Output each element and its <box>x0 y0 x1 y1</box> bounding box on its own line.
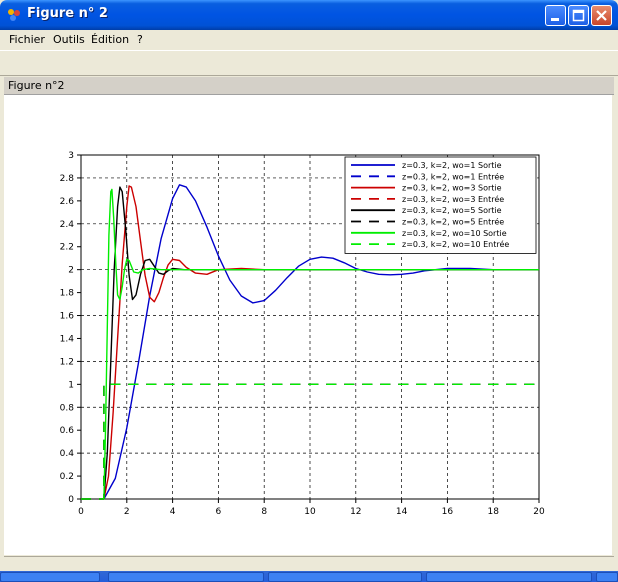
legend-entry: z=0.3, k=2, wo=3 Sortie <box>402 184 502 193</box>
legend-entry: z=0.3, k=2, wo=10 Sortie <box>402 229 507 238</box>
legend-entry: z=0.3, k=2, wo=3 Entrée <box>402 194 504 204</box>
x-tick-label: 12 <box>350 507 361 517</box>
figure-canvas[interactable]: 0 2 4 6 8 10 12 14 16 18 20 0 0.2 0.4 0.6 0.8 1 1.2 1.4 1.6… <box>4 95 612 555</box>
menu-edition[interactable]: Édition <box>91 33 129 46</box>
x-tick-label: 16 <box>442 507 454 517</box>
y-tick-label: 2 <box>68 266 74 276</box>
taskbar-item[interactable] <box>268 572 422 582</box>
y-tick-label: 2.8 <box>60 174 75 184</box>
menu-fichier[interactable]: Fichier <box>9 33 45 46</box>
window-title: Figure n° 2 <box>27 6 108 21</box>
y-tick-label: 1.2 <box>60 357 74 367</box>
taskbar-item[interactable] <box>0 572 100 582</box>
minimize-icon <box>551 18 559 21</box>
y-tick-label: 3 <box>68 151 74 161</box>
minimize-button[interactable] <box>545 5 566 26</box>
close-button[interactable] <box>591 5 612 26</box>
legend-entry: z=0.3, k=2, wo=5 Sortie <box>402 206 502 215</box>
scilab-app-icon <box>8 9 20 21</box>
y-tick-label: 1.4 <box>60 334 75 344</box>
y-tick-label: 0.2 <box>60 472 74 482</box>
legend-entry: z=0.3, k=2, wo=5 Entrée <box>402 217 504 227</box>
x-tick-label: 18 <box>487 507 499 517</box>
menu-outils[interactable]: Outils <box>53 33 85 46</box>
x-tick-label: 2 <box>124 507 130 517</box>
taskbar <box>0 571 618 582</box>
y-tick-label: 2.2 <box>60 243 74 253</box>
maximize-icon <box>572 9 585 22</box>
chart[interactable]: 0 2 4 6 8 10 12 14 16 18 20 0 0.2 0.4 0.6 0.8 1 1.2 1.4 1.6… <box>4 95 612 555</box>
x-tick-label: 4 <box>170 507 176 517</box>
menu-bar: Fichier Outils Édition ? <box>0 30 618 50</box>
y-tick-label: 1.8 <box>60 289 75 299</box>
x-tick-label: 0 <box>78 507 84 517</box>
x-tick-label: 20 <box>533 507 545 517</box>
maximize-button[interactable] <box>568 5 589 26</box>
y-tick-label: 0 <box>68 495 74 505</box>
taskbar-item[interactable] <box>426 572 592 582</box>
x-tick-label: 14 <box>396 507 408 517</box>
legend-entry: z=0.3, k=2, wo=1 Sortie <box>402 161 502 170</box>
y-tick-label: 1.6 <box>60 312 75 322</box>
y-tick-label: 0.6 <box>60 426 75 436</box>
close-icon <box>596 10 607 21</box>
y-tick-label: 2.6 <box>60 197 75 207</box>
figure-label-bar: Figure n°2 <box>4 77 614 95</box>
status-bar <box>4 556 614 571</box>
legend: z=0.3, k=2, wo=1 Sortiez=0.3, k=2, wo=1 … <box>344 156 537 254</box>
y-tick-label: 0.8 <box>60 403 75 413</box>
taskbar-item[interactable] <box>596 572 618 582</box>
x-tick-label: 8 <box>261 507 267 517</box>
y-tick-label: 0.4 <box>60 449 75 459</box>
menu-help[interactable]: ? <box>137 33 143 46</box>
y-tick-label: 2.4 <box>60 220 75 230</box>
title-bar[interactable]: Figure n° 2 <box>0 0 618 30</box>
toolbar <box>0 50 618 76</box>
taskbar-item[interactable] <box>108 572 264 582</box>
x-tick-label: 6 <box>216 507 222 517</box>
x-tick-label: 10 <box>304 507 316 517</box>
figure-label: Figure n°2 <box>8 79 65 92</box>
legend-entry: z=0.3, k=2, wo=10 Entrée <box>402 239 509 249</box>
y-tick-label: 1 <box>68 380 74 390</box>
legend-entry: z=0.3, k=2, wo=1 Entrée <box>402 171 504 181</box>
